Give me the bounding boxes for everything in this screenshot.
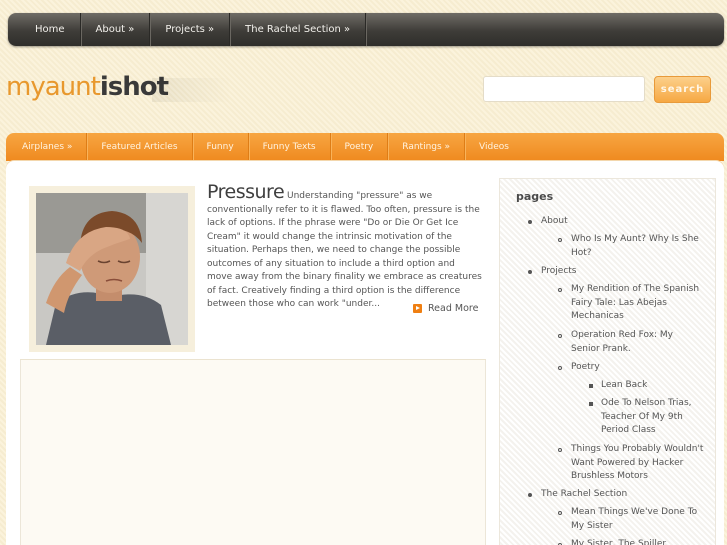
sidebar-item-spiller[interactable]: My Sister, The Spiller xyxy=(571,538,711,545)
sidebar-item-lean-back[interactable]: Lean Back xyxy=(601,379,711,393)
bullet-icon xyxy=(558,238,562,242)
arrow-right-icon xyxy=(413,304,422,313)
cat-nav-airplanes[interactable]: Airplanes » xyxy=(6,133,88,161)
sidebar-item-rachel-section[interactable]: The Rachel Section xyxy=(541,488,701,502)
post-thumbnail-frame xyxy=(29,186,195,352)
sidebar-item-operation-red-fox[interactable]: Operation Red Fox: My Senior Prank. xyxy=(571,329,701,356)
search-button[interactable]: search xyxy=(654,76,711,103)
sidebar-item-projects[interactable]: Projects xyxy=(541,265,701,279)
post-title[interactable]: Pressure xyxy=(207,181,285,203)
cat-nav-videos[interactable]: Videos xyxy=(465,133,523,161)
bullet-icon xyxy=(558,511,562,515)
bullet-icon xyxy=(528,270,532,274)
sidebar-item-mean-things[interactable]: Mean Things We've Done To My Sister xyxy=(571,506,711,533)
top-nav-home[interactable]: Home xyxy=(8,13,81,46)
cat-nav-rantings[interactable]: Rantings » xyxy=(388,133,466,161)
cat-nav-funny[interactable]: Funny xyxy=(193,133,249,161)
post-excerpt: Understanding "pressure" as we conventio… xyxy=(207,191,482,309)
bullet-icon xyxy=(558,334,562,338)
top-nav: Home About » Projects » The Rachel Secti… xyxy=(8,13,724,46)
bullet-icon xyxy=(558,288,562,292)
sidebar-heading: pages xyxy=(516,190,554,203)
post-thumbnail[interactable] xyxy=(36,193,188,345)
top-nav-rachel-section[interactable]: The Rachel Section » xyxy=(230,13,367,46)
bullet-icon xyxy=(558,366,562,370)
post-body: Pressure Understanding "pressure" as we … xyxy=(207,183,482,312)
top-nav-projects[interactable]: Projects » xyxy=(150,13,231,46)
top-nav-about[interactable]: About » xyxy=(81,13,151,46)
cat-nav-poetry[interactable]: Poetry xyxy=(331,133,389,161)
search-input[interactable] xyxy=(483,76,645,102)
cat-nav-featured-articles[interactable]: Featured Articles xyxy=(87,133,193,161)
logo-shadow xyxy=(152,78,232,102)
sidebar-item-spanish-fairy-tale[interactable]: My Rendition of The Spanish Fairy Tale: … xyxy=(571,283,701,324)
bullet-icon xyxy=(528,493,532,497)
sidebar-item-poetry[interactable]: Poetry xyxy=(571,361,701,375)
site-logo[interactable]: myauntishot xyxy=(6,72,169,102)
sidebar-item-about[interactable]: About xyxy=(541,215,701,229)
read-more-link[interactable]: Read More xyxy=(413,303,478,314)
bullet-icon xyxy=(528,220,532,224)
cat-nav-funny-texts[interactable]: Funny Texts xyxy=(249,133,331,161)
sidebar-item-ode-to-nelson-trias[interactable]: Ode To Nelson Trias, Teacher Of My 9th P… xyxy=(601,397,711,438)
bullet-icon xyxy=(589,402,593,406)
logo-part-1: myaunt xyxy=(6,72,101,102)
read-more-label: Read More xyxy=(428,303,479,314)
sidebar-item-hacker-motors[interactable]: Things You Probably Wouldn't Want Powere… xyxy=(571,443,711,484)
bullet-icon xyxy=(589,384,593,388)
category-nav: Airplanes » Featured Articles Funny Funn… xyxy=(6,133,724,161)
sidebar-item-who-is-my-aunt[interactable]: Who Is My Aunt? Why Is She Hot? xyxy=(571,233,701,260)
bullet-icon xyxy=(558,448,562,452)
